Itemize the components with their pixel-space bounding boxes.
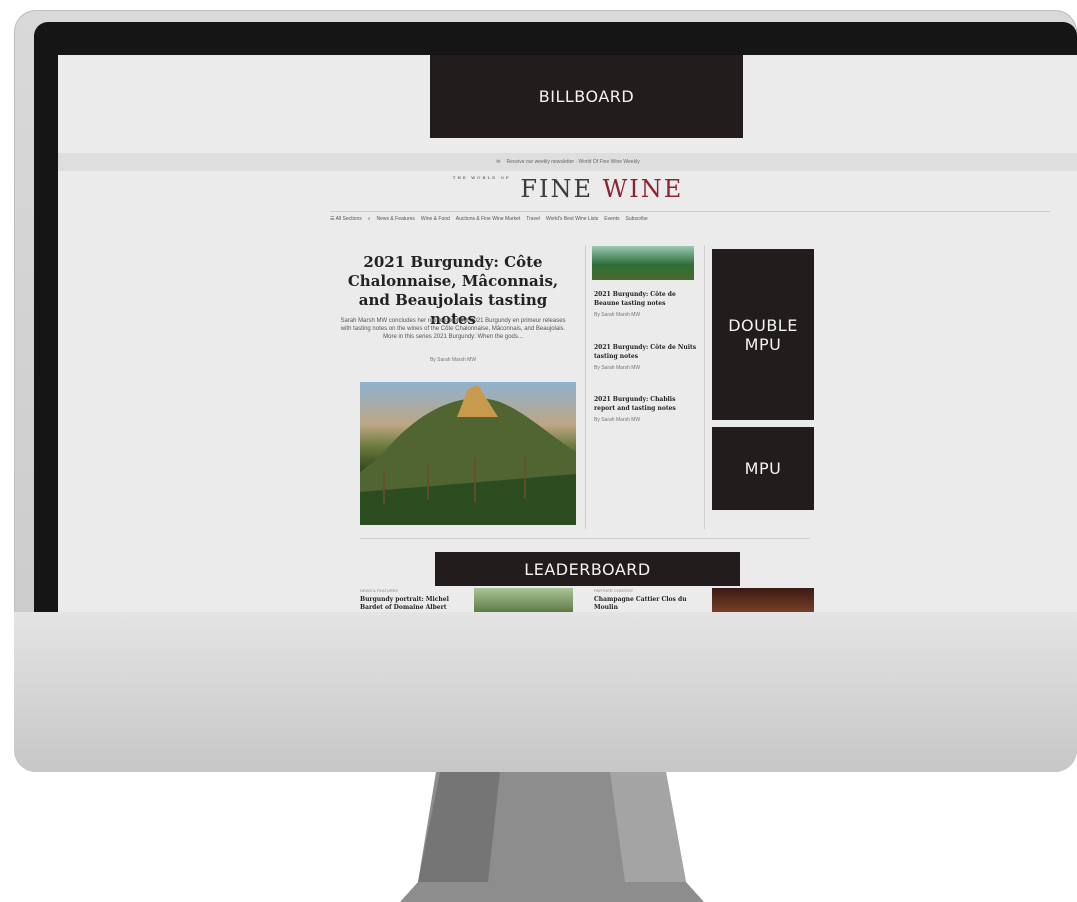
site-logo[interactable]: THE WORLD OF FINE WINE	[58, 175, 1077, 203]
card-tag: PARTNER CONTENT	[594, 588, 634, 593]
card-tag: NEWS & FEATURES	[360, 588, 398, 593]
all-sections-link[interactable]: ☰ All Sections	[330, 216, 362, 222]
side-story-title: 2021 Burgundy: Côte de Beaune tasting no…	[594, 291, 676, 307]
newsletter-bar[interactable]: ✉ Receive our weekly newsletter · World …	[58, 153, 1077, 171]
side-story-title: 2021 Burgundy: Côte de Nuits tasting not…	[594, 344, 697, 360]
side-story-byline: By Sarah Marsh MW	[594, 312, 641, 318]
nav-item-subscribe[interactable]: Subscribe	[626, 216, 648, 222]
news-card[interactable]: NEWS & FEATURES Burgundy portrait: Miche…	[360, 588, 468, 612]
content-divider-left	[585, 245, 586, 529]
newsletter-icon: ✉	[496, 159, 501, 165]
monitor-chin	[14, 612, 1077, 772]
monitor-frame: BILLBOARD ✉ Receive our weekly newslette…	[14, 10, 1077, 772]
side-story[interactable]: 2021 Burgundy: Côte de Beaune tasting no…	[594, 290, 698, 318]
side-story-byline: By Sarah Marsh MW	[594, 417, 641, 423]
vineyard-hill-image	[360, 385, 576, 525]
nav-item-events[interactable]: Events	[604, 216, 619, 222]
double-mpu-ad[interactable]: DOUBLE MPU	[712, 249, 814, 420]
nav-item-wine-food[interactable]: Wine & Food	[421, 216, 450, 222]
logo-accent-text: WINE	[602, 175, 684, 203]
screen-bezel: BILLBOARD ✉ Receive our weekly newslette…	[34, 22, 1077, 625]
side-story[interactable]: 2021 Burgundy: Chablis report and tastin…	[594, 395, 698, 423]
card-title: Burgundy portrait: Michel Bardet of Doma…	[360, 596, 449, 611]
side-story-image[interactable]	[592, 246, 694, 280]
side-story-title: 2021 Burgundy: Chablis report and tastin…	[594, 396, 676, 412]
section-divider	[360, 538, 810, 539]
leaderboard-ad[interactable]: LEADERBOARD	[435, 552, 740, 586]
monitor-stand	[400, 772, 704, 902]
nav-item-news-features[interactable]: News & Features	[377, 216, 415, 222]
side-story[interactable]: 2021 Burgundy: Côte de Nuits tasting not…	[594, 343, 698, 371]
nav-item-travel[interactable]: Travel	[526, 216, 540, 222]
partner-card[interactable]: PARTNER CONTENT Champagne Cattier Clos d…	[594, 588, 698, 612]
search-icon[interactable]: ⌕	[368, 216, 371, 222]
content-divider-right	[704, 245, 705, 529]
logo-main-text: FINE	[520, 175, 593, 203]
hero-description: Sarah Marsh MW concludes her round-up of…	[340, 318, 566, 340]
side-story-byline: By Sarah Marsh MW	[594, 365, 641, 371]
newsletter-text: Receive our weekly newsletter · World Of…	[506, 159, 640, 165]
logo-small-text: THE WORLD OF	[452, 175, 511, 180]
nav-item-auctions[interactable]: Auctions & Fine Wine Market	[456, 216, 520, 222]
billboard-ad[interactable]: BILLBOARD	[430, 55, 743, 138]
website-screen: BILLBOARD ✉ Receive our weekly newslette…	[58, 55, 1077, 620]
hero-byline: By Sarah Marsh MW	[429, 357, 477, 363]
card-title: Champagne Cattier Clos du Moulin	[594, 596, 687, 611]
nav-item-wine-lists[interactable]: World's Best Wine Lists	[546, 216, 598, 222]
main-navigation: ☰ All Sections ⌕ News & Features Wine & …	[330, 210, 1050, 228]
hero-image[interactable]	[360, 382, 576, 525]
mpu-ad[interactable]: MPU	[712, 427, 814, 510]
